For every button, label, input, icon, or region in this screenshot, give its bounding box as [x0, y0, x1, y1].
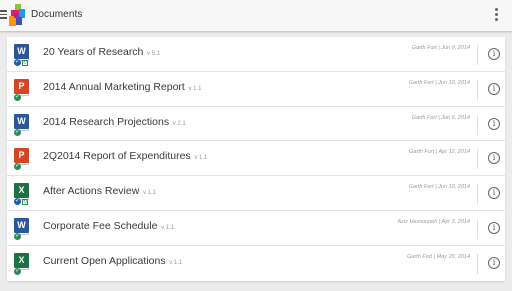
- sync-arrow-icon: ↻: [22, 60, 28, 66]
- checkmark-icon: ✓: [14, 93, 21, 101]
- divider: [477, 79, 478, 100]
- checkmark-icon: ✓: [14, 232, 21, 240]
- document-row-6[interactable]: W ✓ Corporate Fee Schedule v 1.1 Aziz Ha…: [7, 211, 505, 246]
- document-name: 2014 Research Projections: [43, 115, 170, 128]
- document-title: 2014 Research Projections v 2.1: [43, 116, 186, 128]
- sync-status-icon: ✓: [14, 59, 21, 66]
- sync-status-icon: ✓: [14, 198, 21, 206]
- document-row-3[interactable]: W ✓ 2014 Research Projections v 2.1 Gart…: [7, 107, 505, 142]
- document-row-5[interactable]: X ✓ ↻ After Actions Review v 1.1 Garth F…: [7, 176, 505, 211]
- vertical-dots-icon[interactable]: [494, 8, 498, 22]
- excel-file-icon: X ✓: [14, 252, 34, 276]
- app-bar: Documents: [0, 0, 512, 31]
- info-icon[interactable]: i: [488, 256, 500, 269]
- checkmark-icon: ✓: [14, 163, 21, 171]
- document-title: 2Q2014 Report of Expenditures v 1.1: [43, 150, 207, 162]
- document-meta: Garth Fort | Jun 9, 2014: [411, 45, 470, 51]
- document-name: 2Q2014 Report of Expenditures: [43, 150, 191, 163]
- powerpoint-file-icon: P ✓: [14, 148, 34, 171]
- document-version: v 1.1: [167, 259, 183, 266]
- document-meta: Garth Fort | Jun 6, 2014: [411, 114, 470, 121]
- document-row-2[interactable]: P ✓ 2014 Annual Marketing Report v 1.1 G…: [7, 72, 505, 107]
- document-title: Current Open Applications v 1.1: [43, 255, 182, 267]
- document-meta: Garth Fort | Jun 10, 2014: [408, 184, 470, 191]
- word-file-icon: W ✓ ↻: [14, 44, 29, 66]
- info-icon[interactable]: i: [488, 82, 500, 95]
- document-title: 2014 Annual Marketing Report v 1.1: [43, 81, 202, 93]
- info-icon[interactable]: i: [488, 152, 500, 165]
- divider: [477, 253, 478, 274]
- document-name: After Actions Review: [43, 185, 140, 198]
- hamburger-menu-icon[interactable]: [0, 10, 7, 19]
- word-file-icon: W ✓: [14, 113, 34, 137]
- info-icon[interactable]: i: [488, 221, 500, 234]
- document-version: v 1.1: [141, 190, 156, 197]
- sync-arrow-icon: ↻: [22, 199, 28, 206]
- app-title: Documents: [31, 9, 83, 20]
- divider: [477, 114, 478, 135]
- document-meta: Garth Fort | May 20, 2014: [407, 253, 470, 260]
- document-meta: Garth Fort | Apr 12, 2014: [409, 149, 470, 156]
- divider: [477, 184, 478, 205]
- app-logo: [9, 4, 25, 26]
- document-version: v 2.1: [171, 120, 186, 127]
- document-title: 20 Years of Research v 5.1: [43, 46, 160, 58]
- word-file-icon: W ✓: [14, 217, 34, 241]
- document-version: v 1.1: [159, 224, 175, 231]
- info-icon[interactable]: i: [488, 187, 500, 200]
- powerpoint-file-icon: P ✓: [14, 78, 34, 102]
- document-version: v 1.1: [186, 85, 202, 92]
- checkmark-icon: ✓: [14, 267, 21, 275]
- document-version: v 1.1: [192, 155, 208, 162]
- document-list: W ✓ ↻ 20 Years of Research v 5.1 Garth F…: [7, 37, 505, 281]
- info-icon[interactable]: i: [488, 48, 500, 60]
- divider: [477, 149, 478, 170]
- document-name: 2014 Annual Marketing Report: [43, 80, 185, 93]
- divider: [477, 45, 478, 65]
- document-row-4[interactable]: P ✓ 2Q2014 Report of Expenditures v 1.1 …: [7, 141, 505, 177]
- document-name: Current Open Applications: [43, 254, 166, 267]
- excel-file-icon: X ✓ ↻: [14, 183, 29, 206]
- document-meta: Aziz Hassouneh | Apr 3, 2014: [397, 218, 470, 225]
- document-title: Corporate Fee Schedule v 1.1: [43, 220, 174, 232]
- document-name: Corporate Fee Schedule: [43, 219, 158, 232]
- document-meta: Garth Fort | Jun 10, 2014: [408, 79, 470, 86]
- info-icon[interactable]: i: [488, 117, 500, 130]
- document-title: After Actions Review v 1.1: [43, 185, 156, 197]
- divider: [477, 218, 478, 239]
- document-name: 20 Years of Research: [43, 46, 144, 58]
- document-row-1[interactable]: W ✓ ↻ 20 Years of Research v 5.1 Garth F…: [7, 37, 505, 72]
- checkmark-icon: ✓: [14, 128, 21, 136]
- document-version: v 5.1: [145, 51, 161, 57]
- document-row-7[interactable]: X ✓ Current Open Applications v 1.1 Gart…: [7, 246, 505, 281]
